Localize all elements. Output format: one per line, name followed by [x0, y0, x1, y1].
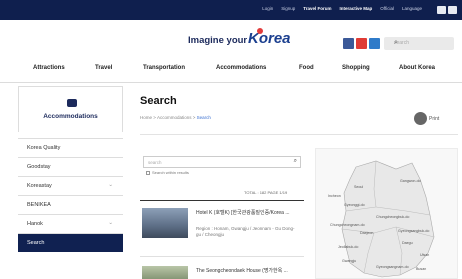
- nav-item-accommodations[interactable]: Accommodations: [216, 65, 266, 71]
- map-label-daegu[interactable]: Daegu: [402, 241, 413, 245]
- travel-forum-link[interactable]: Travel Forum: [303, 6, 331, 11]
- breadcrumb-current: Search: [196, 115, 211, 120]
- sidebar-item-label: Goodstay: [27, 164, 51, 170]
- nav-item-attractions[interactable]: Attractions: [33, 65, 65, 71]
- korea-map-shape: [341, 160, 435, 278]
- nav-item-travel[interactable]: Travel: [95, 65, 112, 71]
- official-link[interactable]: Official: [380, 6, 394, 11]
- logo-text: Korea: [248, 30, 291, 47]
- map-label-chungbuk[interactable]: Chungcheongbuk-do: [376, 215, 409, 219]
- breadcrumb-home[interactable]: Home: [140, 115, 152, 120]
- map-label-gangwon[interactable]: Gangwon-do: [400, 179, 421, 183]
- results-search-placeholder: search: [148, 160, 162, 165]
- map-label-gyeonggi[interactable]: Gyeonggi-do: [344, 203, 365, 207]
- breadcrumb: Home > Accommodations > Search: [140, 115, 211, 120]
- checkbox-icon[interactable]: [146, 170, 150, 175]
- sidebar-item-koreastay[interactable]: Koreastay ⌄: [18, 176, 123, 195]
- sidebar-item-benikea[interactable]: BENIKEA: [18, 195, 123, 214]
- search-within-checkbox[interactable]: Search within results: [146, 170, 189, 175]
- nav-item-about-korea[interactable]: About Korea: [399, 65, 435, 71]
- utility-links: Login Signup Travel Forum Interactive Ma…: [262, 6, 422, 11]
- map-label-busan[interactable]: Busan: [416, 267, 426, 271]
- sidebar-item-hanok[interactable]: Hanok ⌄: [18, 214, 123, 233]
- top-utility-bar: Login Signup Travel Forum Interactive Ma…: [0, 0, 462, 20]
- nav-item-shopping[interactable]: Shopping: [342, 65, 370, 71]
- map-label-jeonbuk[interactable]: Jeollabuk-do: [338, 245, 358, 249]
- list-item[interactable]: Hotel K (호텔K) [한국관광품질인증/Korea ... Region…: [140, 204, 304, 246]
- result-address: Region : Honam, Gwangju / Jeonnam - Gu D…: [196, 226, 295, 237]
- map-label-incheon[interactable]: Incheon: [328, 194, 341, 198]
- sidebar-item-label: Hanok: [27, 221, 43, 227]
- breadcrumb-separator: >: [192, 115, 196, 120]
- share-icon[interactable]: [437, 6, 446, 14]
- chevron-down-icon: ⌄: [108, 220, 113, 226]
- sidebar-header: Accommodations: [18, 86, 123, 132]
- search-within-label: Search within results: [152, 170, 189, 175]
- breadcrumb-separator: >: [153, 115, 156, 120]
- map-label-gyeongnam[interactable]: Gyeongsangnam-do: [376, 265, 409, 269]
- sidebar-item-label: Korea Quality: [27, 145, 61, 151]
- nav-divider: [0, 82, 462, 83]
- login-link[interactable]: Login: [262, 6, 273, 11]
- result-title[interactable]: Hotel K (호텔K) [한국관광품질인증/Korea ...: [196, 210, 301, 216]
- suitcase-icon: [67, 99, 77, 107]
- site-tagline: Imagine your: [188, 35, 248, 46]
- sidebar-item-label: BENIKEA: [27, 202, 51, 208]
- signup-link[interactable]: Signup: [281, 6, 295, 11]
- menu-icon[interactable]: [448, 6, 457, 14]
- result-thumbnail[interactable]: [142, 266, 188, 279]
- page-title: Search: [140, 95, 177, 107]
- sidebar-item-label: Koreastay: [27, 183, 52, 189]
- map-label-gwangju[interactable]: Gwangju: [342, 259, 356, 263]
- results-search-input[interactable]: search ⌕: [143, 156, 301, 168]
- korea-logo[interactable]: Korea: [246, 25, 294, 49]
- search-icon[interactable]: ⌕: [394, 39, 448, 47]
- sidebar-menu: Korea Quality Goodstay Koreastay ⌄ BENIK…: [18, 138, 123, 252]
- map-label-chungnam[interactable]: Chungcheongnam-do: [330, 223, 365, 227]
- interactive-map-link[interactable]: Interactive Map: [340, 6, 373, 11]
- map-label-ulsan[interactable]: Ulsan: [420, 253, 429, 257]
- chevron-down-icon: ⌄: [108, 182, 113, 188]
- print-label: Print: [429, 116, 440, 122]
- print-icon: [414, 112, 427, 125]
- result-stats: TOTAL : 182 PAGE 1/19: [244, 190, 288, 195]
- title-divider: [140, 134, 458, 135]
- breadcrumb-section[interactable]: Accommodations: [157, 115, 192, 120]
- facebook-icon[interactable]: [343, 38, 354, 49]
- results-top-border: [140, 200, 304, 201]
- main-nav: Attractions Travel Transportation Accomm…: [0, 62, 462, 78]
- sidebar-item-search[interactable]: Search: [18, 233, 123, 252]
- sidebar-title: Accommodations: [43, 113, 98, 120]
- result-divider: [140, 256, 304, 257]
- search-icon[interactable]: ⌕: [294, 158, 297, 165]
- result-title[interactable]: The Seongcheondaek House (명가한옥 ...: [196, 268, 301, 274]
- nav-item-food[interactable]: Food: [299, 65, 314, 71]
- region-map[interactable]: Incheon Seoul Gangwon-do Gyeonggi-do Chu…: [315, 148, 458, 279]
- header-search-input[interactable]: search ⌕: [384, 37, 454, 50]
- result-thumbnail[interactable]: [142, 208, 188, 238]
- sidebar-item-label: Search: [27, 240, 45, 246]
- blog-icon[interactable]: [356, 38, 367, 49]
- sidebar-item-korea-quality[interactable]: Korea Quality: [18, 138, 123, 157]
- nav-item-transportation[interactable]: Transportation: [143, 65, 185, 71]
- map-label-daejeon[interactable]: Daejeon: [360, 231, 373, 235]
- sidebar-item-goodstay[interactable]: Goodstay: [18, 157, 123, 176]
- map-label-seoul[interactable]: Seoul: [354, 185, 363, 189]
- language-selector[interactable]: Language: [402, 6, 422, 11]
- twitter-icon[interactable]: [369, 38, 380, 49]
- map-label-gyeongbuk[interactable]: Gyeongsangbuk-do: [398, 229, 429, 233]
- list-item[interactable]: The Seongcheondaek House (명가한옥 ...: [140, 262, 304, 279]
